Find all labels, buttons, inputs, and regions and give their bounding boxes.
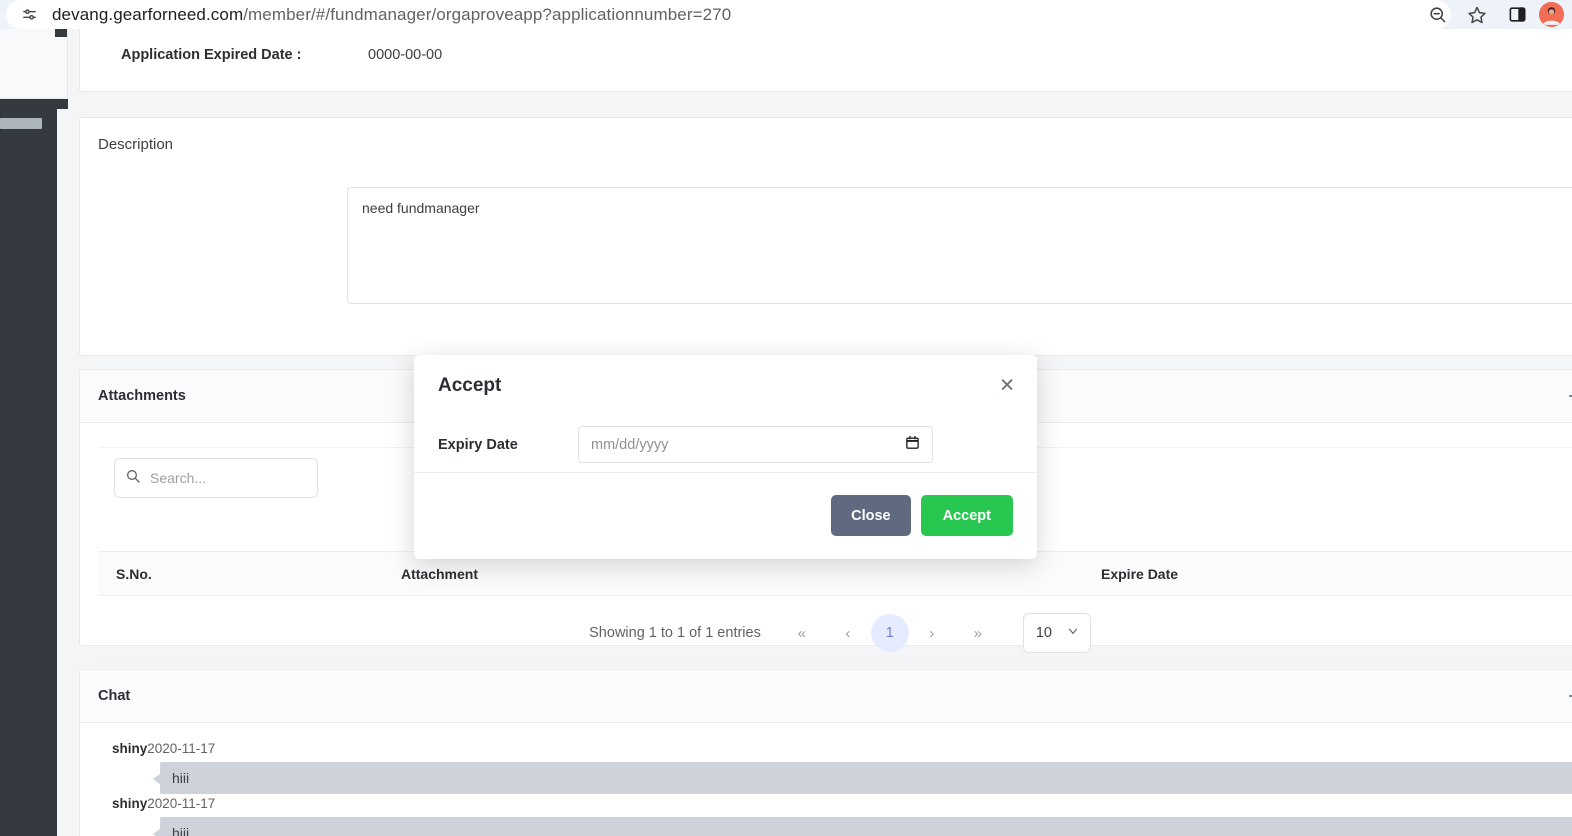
- modal-header: Accept ✕: [414, 355, 1037, 417]
- column-header-sno: S.No.: [116, 565, 152, 582]
- side-panel-icon[interactable]: [1497, 0, 1537, 29]
- sidebar-item-placeholder[interactable]: [0, 118, 42, 129]
- accept-button[interactable]: Accept: [920, 495, 1013, 536]
- chat-author: shiny: [112, 741, 148, 756]
- url-domain: devang.gearforneed.com: [52, 4, 244, 24]
- chat-title: Chat: [98, 688, 131, 704]
- page-size-value: 10: [1035, 625, 1052, 641]
- description-title: Description: [98, 136, 174, 153]
- attachments-pagination: Showing 1 to 1 of 1 entries « ‹ 1 › » 10: [98, 606, 1572, 660]
- description-card: Description: [79, 117, 1572, 356]
- close-button[interactable]: Close: [831, 495, 911, 536]
- address-bar[interactable]: devang.gearforneed.com/member/#/fundmana…: [6, 0, 1451, 29]
- expiry-date-label: Expiry Date: [438, 436, 518, 453]
- search-input[interactable]: [150, 470, 300, 486]
- minimize-icon[interactable]: [1566, 387, 1572, 405]
- url-path: /member/#/fundmanager/orgaproveapp?appli…: [243, 4, 732, 24]
- sidebar: [0, 29, 68, 836]
- application-info-card: Application Expired Date : 0000-00-00: [79, 29, 1572, 92]
- chat-message-text: hiii: [153, 817, 1572, 836]
- site-settings-icon[interactable]: [18, 4, 40, 26]
- accept-modal: Accept ✕ Expiry Date mm/dd/yyyy Close Ac…: [414, 355, 1037, 559]
- star-icon[interactable]: [1457, 0, 1497, 29]
- pagination-page-1[interactable]: 1: [870, 614, 909, 652]
- chat-message-text: hiii: [153, 762, 1572, 794]
- application-expired-date-value: 0000-00-00: [368, 47, 443, 63]
- chat-body: shiny2020-11-17 hiii shiny2020-11-17 hii…: [80, 723, 1572, 836]
- attachments-footer-divider: [98, 660, 1572, 661]
- pagination-info: Showing 1 to 1 of 1 entries: [589, 625, 761, 641]
- attachments-search[interactable]: [114, 458, 318, 498]
- close-icon[interactable]: ✕: [999, 377, 1015, 396]
- browser-actions: [1417, 0, 1566, 29]
- modal-title: Accept: [438, 375, 502, 396]
- chat-message: shiny2020-11-17 hiii: [80, 741, 1572, 794]
- chat-card: Chat shiny2020-11-17 hiii shiny2020-11-1…: [79, 669, 1572, 836]
- chat-date: 2020-11-17: [147, 741, 216, 756]
- chat-bubble-wrap: hiii: [80, 762, 1572, 794]
- chat-header: Chat: [80, 670, 1572, 723]
- expiry-date-placeholder: mm/dd/yyyy: [591, 436, 669, 453]
- avatar[interactable]: [1539, 2, 1564, 27]
- application-expired-date-label: Application Expired Date :: [121, 47, 302, 63]
- chat-author: shiny: [112, 796, 148, 811]
- pagination-last-button[interactable]: »: [955, 615, 1001, 651]
- pagination-next-button[interactable]: ›: [909, 615, 955, 651]
- description-header: Description: [80, 118, 1572, 171]
- description-body: [80, 171, 1572, 355]
- application-expired-date-row: Application Expired Date : 0000-00-00: [121, 47, 442, 63]
- browser-toolbar: devang.gearforneed.com/member/#/fundmana…: [0, 0, 1572, 29]
- description-textarea[interactable]: [347, 187, 1572, 304]
- chat-message-meta: shiny2020-11-17: [80, 796, 1572, 811]
- chat-bubble-wrap: hiii: [80, 817, 1572, 836]
- search-icon: [125, 468, 141, 489]
- expiry-date-input[interactable]: mm/dd/yyyy: [578, 426, 933, 463]
- attachments-title: Attachments: [98, 388, 186, 404]
- chat-message-meta: shiny2020-11-17: [80, 741, 1572, 756]
- minimize-icon[interactable]: [1566, 687, 1572, 705]
- column-header-attachment: Attachment: [401, 565, 479, 582]
- chat-date: 2020-11-17: [147, 796, 216, 811]
- column-header-expire-date: Expire Date: [1101, 565, 1179, 582]
- zoom-out-icon[interactable]: [1417, 0, 1457, 29]
- pagination-first-button[interactable]: «: [779, 615, 825, 651]
- chat-message: shiny2020-11-17 hiii: [80, 796, 1572, 836]
- modal-footer: Close Accept: [414, 473, 1037, 558]
- calendar-icon[interactable]: [905, 435, 920, 455]
- url-text: devang.gearforneed.com/member/#/fundmana…: [52, 5, 731, 25]
- page-viewport: Application Expired Date : 0000-00-00 De…: [0, 29, 1572, 836]
- pagination-prev-button[interactable]: ‹: [825, 615, 871, 651]
- page-size-select[interactable]: 10: [1022, 613, 1091, 653]
- chevron-down-icon: [1066, 624, 1080, 642]
- modal-body: Expiry Date mm/dd/yyyy: [414, 417, 1037, 473]
